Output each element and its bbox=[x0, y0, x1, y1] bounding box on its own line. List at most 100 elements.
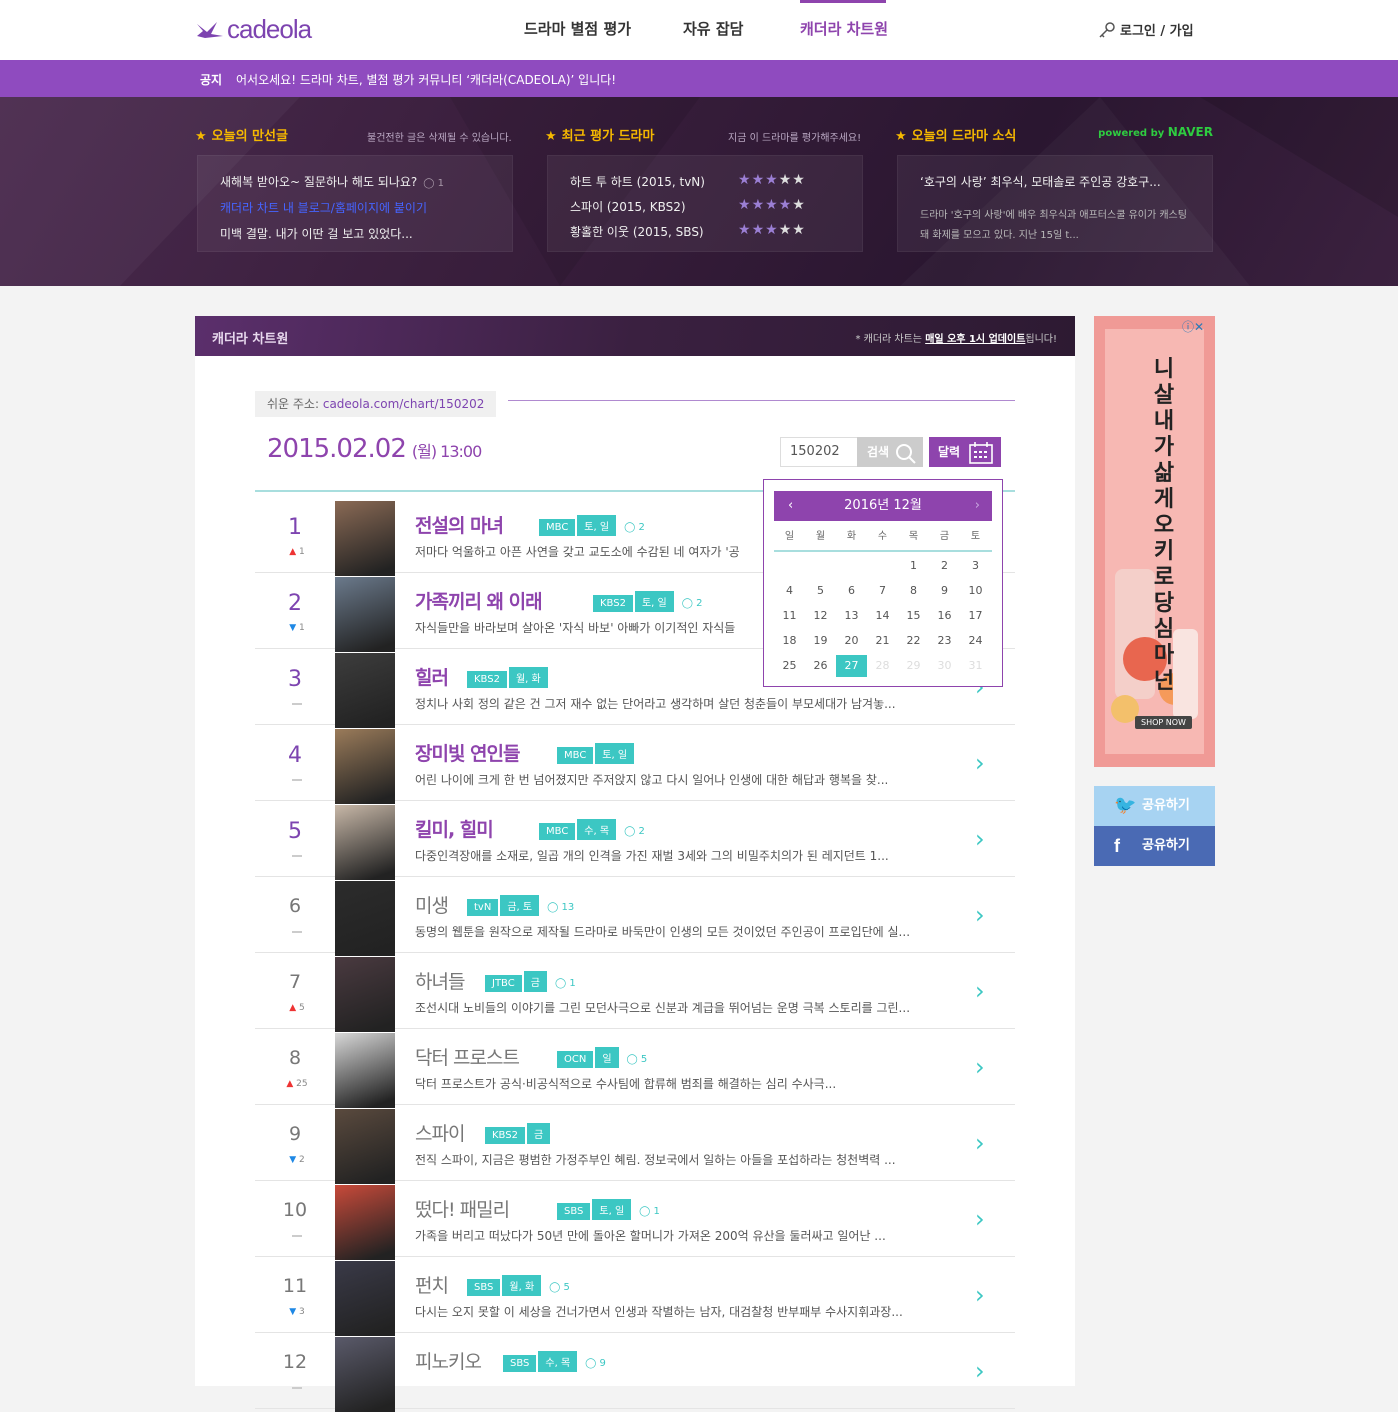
star-icon: ★ bbox=[792, 197, 806, 213]
chart-row[interactable]: 8 ▲ 25 닥터 프로스트 OCN 일 ◯ 5 닥터 프로스트가 공식·비공식적으로 수사… bbox=[255, 1029, 1015, 1108]
drama-title[interactable]: 가족끼리 왜 이래 bbox=[415, 587, 543, 614]
drama-poster[interactable] bbox=[335, 805, 395, 880]
calendar-next-button[interactable]: › bbox=[975, 491, 980, 521]
drama-title[interactable]: 미생 bbox=[415, 891, 449, 918]
best-post-item[interactable]: 캐더라 차트 내 블로그/홈페이지에 붙이기 bbox=[220, 199, 427, 216]
chart-row[interactable]: 5 킬미, 힐미 MBC 수, 목 ◯ 2 다중인격장애를 소재로, 일곱 개의 인격을 … bbox=[255, 801, 1015, 880]
rank-change: ▲ 5 bbox=[289, 1003, 305, 1013]
calendar-day[interactable]: 13 bbox=[836, 605, 867, 627]
calendar-prev-button[interactable]: ‹ bbox=[788, 491, 793, 521]
drama-poster[interactable] bbox=[335, 1033, 395, 1108]
drama-title[interactable]: 하녀들 bbox=[415, 967, 465, 994]
nav-drama-rating[interactable]: 드라마 별점 평가 bbox=[524, 18, 631, 39]
chevron-right-icon[interactable]: › bbox=[975, 825, 985, 853]
chevron-right-icon[interactable]: › bbox=[975, 977, 985, 1005]
search-button[interactable]: 검색 bbox=[857, 437, 923, 467]
calendar-day[interactable]: 2 bbox=[929, 555, 960, 577]
calendar-day[interactable]: 4 bbox=[774, 580, 805, 602]
chevron-right-icon[interactable]: › bbox=[975, 1357, 985, 1385]
calendar-day[interactable]: 16 bbox=[929, 605, 960, 627]
news-headline[interactable]: ‘호구의 사랑’ 최우식, 모태솔로 주인공 강호구... bbox=[920, 173, 1161, 190]
best-post-item[interactable]: 새해복 받아오~ 질문하나 해도 되나요? ◯ 1 bbox=[220, 173, 444, 190]
calendar-day[interactable]: 8 bbox=[898, 580, 929, 602]
drama-news-box[interactable]: ‘호구의 사랑’ 최우식, 모태솔로 주인공 강호구... 드라마 '호구의 사… bbox=[897, 155, 1213, 252]
rank-change: ▼ 1 bbox=[289, 623, 305, 633]
calendar-day[interactable]: 10 bbox=[960, 580, 991, 602]
facebook-share-button[interactable]: f 공유하기 bbox=[1094, 826, 1215, 866]
star-icon: ★ bbox=[778, 197, 793, 213]
chevron-right-icon[interactable]: › bbox=[975, 1205, 985, 1233]
calendar-day[interactable]: 9 bbox=[929, 580, 960, 602]
drama-title[interactable]: 스파이 bbox=[415, 1119, 465, 1146]
calendar-day[interactable]: 23 bbox=[929, 630, 960, 652]
drama-poster[interactable] bbox=[335, 881, 395, 956]
drama-title[interactable]: 장미빛 연인들 bbox=[415, 739, 520, 766]
calendar-day[interactable]: 20 bbox=[836, 630, 867, 652]
drama-title[interactable]: 펀치 bbox=[415, 1271, 449, 1298]
drama-title[interactable]: 피노키오 bbox=[415, 1347, 482, 1374]
drama-poster[interactable] bbox=[335, 729, 395, 804]
calendar-day[interactable]: 25 bbox=[774, 655, 805, 677]
drama-poster[interactable] bbox=[335, 957, 395, 1032]
twitter-share-button[interactable]: 🐦 공유하기 bbox=[1094, 786, 1215, 826]
chart-row[interactable]: 12 피노키오 SBS 수, 목 ◯ 9 › bbox=[255, 1333, 1015, 1412]
calendar-day[interactable]: 18 bbox=[774, 630, 805, 652]
chevron-right-icon[interactable]: › bbox=[975, 749, 985, 777]
drama-poster[interactable] bbox=[335, 1261, 395, 1336]
calendar-day[interactable]: 12 bbox=[805, 605, 836, 627]
nav-free-talk[interactable]: 자유 잡담 bbox=[683, 18, 743, 39]
chart-row[interactable]: 7 ▲ 5 하녀들 JTBC 금 ◯ 1 조선시대 노비들의 이야기를 그린 모던사극으로 … bbox=[255, 953, 1015, 1032]
calendar-day[interactable]: 5 bbox=[805, 580, 836, 602]
rank-number: 8 bbox=[288, 1047, 302, 1069]
chart-row[interactable]: 10 떴다! 패밀리 SBS 토, 일 ◯ 1 가족을 버리고 떠났다가 50년 만에 돌… bbox=[255, 1181, 1015, 1260]
calendar-day[interactable]: 14 bbox=[867, 605, 898, 627]
chevron-right-icon[interactable]: › bbox=[975, 1281, 985, 1309]
calendar-day[interactable]: 22 bbox=[898, 630, 929, 652]
nav-chart[interactable]: 캐더라 차트원 bbox=[800, 18, 888, 39]
drama-poster[interactable] bbox=[335, 501, 395, 576]
drama-poster[interactable] bbox=[335, 653, 395, 728]
chevron-right-icon[interactable]: › bbox=[975, 1053, 985, 1081]
calendar-day[interactable]: 21 bbox=[867, 630, 898, 652]
chart-row[interactable]: 4 장미빛 연인들 MBC 토, 일 어린 나이에 크게 한 번 넘어졌지만 주저앉지 … bbox=[255, 725, 1015, 804]
calendar-button[interactable]: 달력 bbox=[929, 437, 1001, 467]
chart-row[interactable]: 6 미생 tvN 금, 토 ◯ 13 동명의 웹툰을 원작으로 제작될 드라마로 바둑만이… bbox=[255, 877, 1015, 956]
calendar-day[interactable]: 15 bbox=[898, 605, 929, 627]
calendar-day[interactable]: 1 bbox=[898, 555, 929, 577]
best-post-item[interactable]: 미백 결말. 내가 이딴 걸 보고 있었다... bbox=[220, 225, 413, 242]
calendar-day[interactable]: 7 bbox=[867, 580, 898, 602]
drama-poster[interactable] bbox=[335, 1109, 395, 1184]
calendar-day[interactable]: 11 bbox=[774, 605, 805, 627]
calendar-day[interactable]: 26 bbox=[805, 655, 836, 677]
drama-title[interactable]: 닥터 프로스트 bbox=[415, 1043, 520, 1070]
drama-title[interactable]: 떴다! 패밀리 bbox=[415, 1195, 510, 1222]
rating-item[interactable]: 황홀한 이웃 (2015, SBS) bbox=[570, 223, 704, 240]
chevron-right-icon[interactable]: › bbox=[975, 1129, 985, 1157]
chart-row[interactable]: 9 ▼ 2 스파이 KBS2 금 전직 스파이, 지금은 평범한 가정주부인 혜림. 정보… bbox=[255, 1105, 1015, 1184]
ad-shop-now[interactable]: SHOP NOW bbox=[1135, 716, 1192, 729]
drama-title[interactable]: 전설의 마녀 bbox=[415, 511, 504, 538]
notice-text[interactable]: 어서오세요! 드라마 차트, 별점 평가 커뮤니티 ‘캐더라(CADEOLA)’… bbox=[236, 71, 616, 88]
rating-item[interactable]: 스파이 (2015, KBS2) bbox=[570, 198, 686, 215]
ad-close-icon[interactable]: ⓘ✕ bbox=[1182, 318, 1204, 335]
drama-poster[interactable] bbox=[335, 1185, 395, 1260]
calendar-day[interactable]: 27 bbox=[836, 655, 867, 677]
drama-title[interactable]: 힐러 bbox=[415, 663, 449, 690]
login-link[interactable]: 로그인 / 가입 bbox=[1098, 20, 1194, 39]
calendar-day[interactable]: 19 bbox=[805, 630, 836, 652]
short-url[interactable]: cadeola.com/chart/150202 bbox=[323, 397, 485, 411]
calendar-day[interactable]: 17 bbox=[960, 605, 991, 627]
rating-stars: ★★★★★ bbox=[738, 172, 806, 188]
date-search-input[interactable]: 150202 bbox=[780, 437, 858, 467]
calendar-day[interactable]: 3 bbox=[960, 555, 991, 577]
drama-poster[interactable] bbox=[335, 577, 395, 652]
drama-tag: SBS bbox=[557, 1203, 591, 1220]
drama-title[interactable]: 킬미, 힐미 bbox=[415, 815, 494, 842]
site-logo[interactable]: cadeola bbox=[195, 14, 312, 45]
calendar-day[interactable]: 6 bbox=[836, 580, 867, 602]
chevron-right-icon[interactable]: › bbox=[975, 901, 985, 929]
calendar-day[interactable]: 24 bbox=[960, 630, 991, 652]
rating-item[interactable]: 하트 투 하트 (2015, tvN) bbox=[570, 173, 705, 190]
chart-row[interactable]: 11 ▼ 3 펀치 SBS 월, 화 ◯ 5 다시는 오지 못할 이 세상을 건너가면서 인… bbox=[255, 1257, 1015, 1336]
advertisement[interactable]: 니 살 내가 삶게 오키로당 심마넌 SHOP NOW bbox=[1094, 316, 1215, 767]
